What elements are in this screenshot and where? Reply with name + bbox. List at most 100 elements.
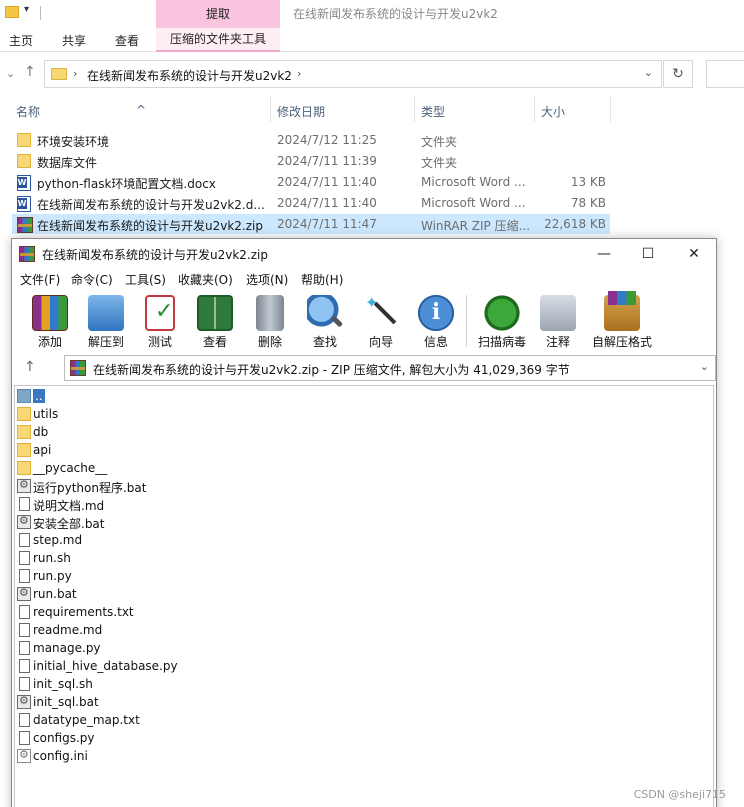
file-size: 78 KB	[570, 196, 606, 210]
file-name: 环境安装环境	[37, 135, 110, 149]
chevron-right-icon[interactable]: ›	[297, 67, 301, 80]
archive-path-bar[interactable]: 在线新闻发布系统的设计与开发u2vk2.zip - ZIP 压缩文件, 解包大小…	[64, 355, 716, 381]
info-button[interactable]: 信息	[408, 293, 464, 349]
column-date[interactable]: 修改日期	[277, 103, 325, 120]
test-button[interactable]: 测试	[132, 293, 188, 349]
recent-locations-icon[interactable]: ⌄	[6, 67, 15, 80]
divider[interactable]	[414, 96, 415, 122]
tool-label: 添加	[37, 335, 62, 349]
virus-scan-button[interactable]: 扫描病毒	[474, 293, 530, 349]
chevron-right-icon[interactable]: ›	[73, 67, 77, 80]
test-icon	[145, 295, 175, 331]
column-size[interactable]: 大小	[541, 103, 565, 120]
item-name: run.py	[33, 569, 72, 583]
winrar-window-title: 在线新闻发布系统的设计与开发u2vk2.zip	[42, 248, 268, 262]
winrar-title-bar[interactable]: 在线新闻发布系统的设计与开发u2vk2.zip — ☐ ✕	[12, 239, 716, 269]
up-arrow-icon[interactable]: ↑	[24, 359, 36, 375]
divider	[466, 295, 467, 347]
item-name: manage.py	[33, 641, 101, 655]
tool-label: 测试	[147, 335, 172, 349]
chevron-down-icon[interactable]: ⌄	[644, 66, 653, 79]
item-name: ..	[33, 389, 45, 403]
menu-file[interactable]: 文件(F)	[20, 271, 60, 288]
item-name: utils	[33, 407, 59, 421]
tab-share[interactable]: 共享	[62, 32, 86, 49]
virus-scan-icon	[484, 295, 520, 331]
tool-label: 信息	[423, 335, 448, 349]
column-name[interactable]: 名称	[16, 103, 40, 120]
sfx-button[interactable]: 自解压格式	[592, 291, 652, 349]
folder-icon[interactable]	[5, 6, 19, 18]
file-name: 在线新闻发布系统的设计与开发u2vk2.zip	[37, 219, 263, 233]
sort-ascending-icon: ^	[136, 103, 147, 117]
menu-help[interactable]: 帮助(H)	[301, 271, 343, 288]
zip-archive-icon	[17, 217, 33, 233]
folder-icon	[17, 461, 31, 475]
list-item-selected[interactable]: 在线新闻发布系统的设计与开发u2vk2.zip 2024/7/11 11:47 …	[12, 214, 610, 234]
file-type: Microsoft Word ...	[421, 175, 526, 189]
folder-icon	[17, 443, 31, 457]
file-date: 2024/7/11 11:47	[277, 217, 377, 231]
extract-to-button[interactable]: 解压到	[78, 293, 134, 349]
file-name: 在线新闻发布系统的设计与开发u2vk2.d...	[37, 198, 265, 212]
menu-favorites[interactable]: 收藏夹(O)	[178, 271, 233, 288]
list-item[interactable]: python-flask环境配置文档.docx 2024/7/11 11:40 …	[12, 172, 610, 192]
list-item[interactable]: 数据库文件 2024/7/11 11:39 文件夹	[12, 151, 610, 171]
batch-file-icon	[17, 478, 31, 493]
ribbon-context-tab-extract[interactable]: 提取	[156, 0, 280, 28]
column-type[interactable]: 类型	[421, 103, 445, 120]
menu-options[interactable]: 选项(N)	[246, 271, 288, 288]
refresh-button[interactable]: ↻	[663, 60, 693, 88]
document-icon	[19, 677, 30, 691]
winrar-menu-bar: 文件(F) 命令(C) 工具(S) 收藏夹(O) 选项(N) 帮助(H)	[12, 269, 716, 291]
divider[interactable]	[270, 96, 271, 122]
item-name: init_sql.sh	[33, 677, 93, 691]
item-name: 安装全部.bat	[33, 517, 105, 531]
item-name: configs.py	[33, 731, 95, 745]
item-name: run.sh	[33, 551, 71, 565]
view-button[interactable]: 查看	[187, 293, 243, 349]
wizard-button[interactable]: 向导	[353, 293, 409, 349]
sfx-icon	[604, 291, 640, 331]
explorer-window-title: 在线新闻发布系统的设计与开发u2vk2	[293, 7, 498, 21]
add-button[interactable]: 添加	[22, 293, 78, 349]
list-item[interactable]: 在线新闻发布系统的设计与开发u2vk2.d... 2024/7/11 11:40…	[12, 193, 610, 213]
word-icon	[17, 196, 31, 212]
tab-home[interactable]: 主页	[9, 32, 33, 49]
search-input[interactable]	[706, 60, 744, 88]
quick-access-dropdown-icon[interactable]: ▾	[24, 4, 29, 15]
tool-label: 注释	[545, 335, 570, 349]
tab-compressed-folder-tools[interactable]: 压缩的文件夹工具	[156, 28, 280, 52]
view-icon	[197, 295, 233, 331]
address-bar-row: ⌄ ↑ › 在线新闻发布系统的设计与开发u2vk2 › ⌄ ↻	[0, 58, 744, 90]
address-bar[interactable]: › 在线新闻发布系统的设计与开发u2vk2 › ⌄	[44, 60, 662, 88]
comment-button[interactable]: 注释	[530, 293, 586, 349]
maximize-button[interactable]: ☐	[628, 241, 668, 267]
tool-label: 查看	[202, 335, 227, 349]
close-button[interactable]: ✕	[674, 241, 714, 267]
batch-file-icon	[17, 586, 31, 601]
refresh-icon: ↻	[672, 66, 684, 82]
item-name: datatype_map.txt	[33, 713, 140, 727]
delete-button[interactable]: 删除	[242, 293, 298, 349]
address-path[interactable]: 在线新闻发布系统的设计与开发u2vk2	[87, 67, 292, 84]
file-explorer-window: ▾ 提取 在线新闻发布系统的设计与开发u2vk2 主页 共享 查看 压缩的文件夹…	[0, 0, 744, 240]
up-arrow-icon[interactable]: ↑	[24, 64, 36, 80]
menu-commands[interactable]: 命令(C)	[71, 271, 113, 288]
chevron-down-icon[interactable]: ⌄	[700, 360, 709, 373]
minimize-button[interactable]: —	[584, 241, 624, 267]
divider	[40, 6, 41, 20]
tab-view[interactable]: 查看	[115, 32, 139, 49]
divider[interactable]	[610, 96, 611, 122]
document-icon	[19, 497, 30, 511]
document-icon	[19, 713, 30, 727]
list-item[interactable]: 环境安装环境 2024/7/12 11:25 文件夹	[12, 130, 610, 150]
divider[interactable]	[534, 96, 535, 122]
wizard-icon	[363, 293, 399, 331]
item-name: requirements.txt	[33, 605, 134, 619]
document-icon	[19, 533, 30, 547]
file-date: 2024/7/11 11:40	[277, 175, 377, 189]
tool-label: 删除	[257, 335, 282, 349]
menu-tools[interactable]: 工具(S)	[125, 271, 166, 288]
find-button[interactable]: 查找	[297, 293, 353, 349]
